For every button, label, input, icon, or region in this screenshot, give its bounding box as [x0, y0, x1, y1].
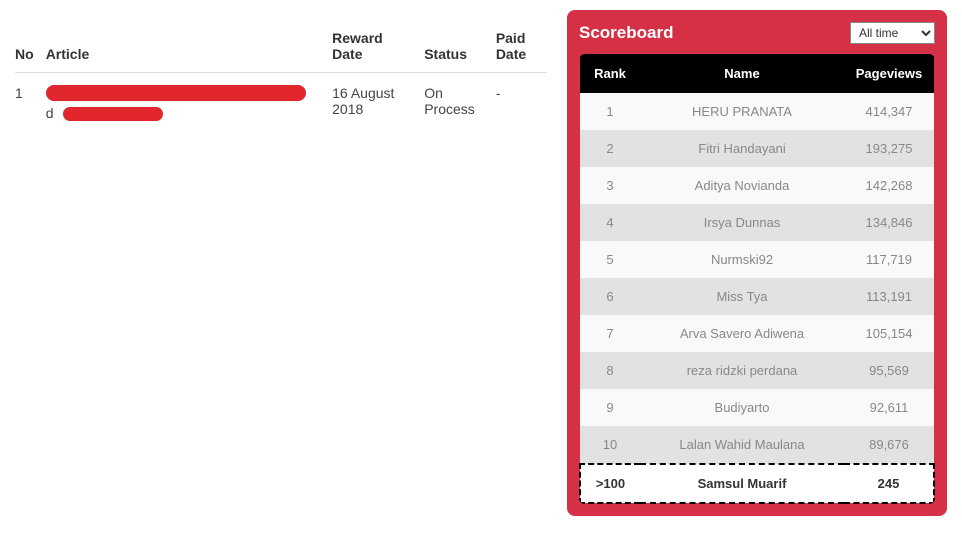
- scoreboard-row: 5 Nurmski92 117,719: [580, 241, 934, 278]
- cell-rank: 6: [580, 278, 640, 315]
- scoreboard-row: 1 HERU PRANATA 414,347: [580, 93, 934, 130]
- articles-table: No Article Reward Date Status Paid Date …: [15, 10, 547, 133]
- cell-pageviews: 105,154: [844, 315, 934, 352]
- cell-pageviews: 245: [844, 464, 934, 503]
- scoreboard-row: 9 Budiyarto 92,611: [580, 389, 934, 426]
- cell-name: Irsya Dunnas: [640, 204, 844, 241]
- cell-status: On Process: [424, 73, 496, 134]
- header-rank: Rank: [580, 54, 640, 93]
- scoreboard-title: Scoreboard: [579, 23, 673, 43]
- scoreboard-user-row: >100 Samsul Muarif 245: [580, 464, 934, 503]
- scoreboard-row: 4 Irsya Dunnas 134,846: [580, 204, 934, 241]
- period-select[interactable]: All time: [850, 22, 935, 44]
- cell-no: 1: [15, 73, 46, 134]
- scoreboard-row: 8 reza ridzki perdana 95,569: [580, 352, 934, 389]
- cell-pageviews: 92,611: [844, 389, 934, 426]
- scoreboard-row: 10 Lalan Wahid Maulana 89,676: [580, 426, 934, 464]
- redacted-line: [46, 85, 306, 101]
- cell-name: reza ridzki perdana: [640, 352, 844, 389]
- scoreboard-panel: Scoreboard All time Rank Name Pageviews …: [567, 10, 947, 516]
- article-prefix: d: [46, 105, 54, 121]
- cell-name: Aditya Novianda: [640, 167, 844, 204]
- articles-table-container: No Article Reward Date Status Paid Date …: [15, 10, 567, 516]
- cell-rank: 3: [580, 167, 640, 204]
- cell-reward-date: 16 August 2018: [332, 73, 424, 134]
- cell-rank: 9: [580, 389, 640, 426]
- scoreboard-header: Scoreboard All time: [579, 22, 935, 44]
- cell-rank: 5: [580, 241, 640, 278]
- cell-name: Samsul Muarif: [640, 464, 844, 503]
- cell-paid-date: -: [496, 73, 547, 134]
- cell-pageviews: 95,569: [844, 352, 934, 389]
- cell-name: Fitri Handayani: [640, 130, 844, 167]
- header-status: Status: [424, 10, 496, 73]
- scoreboard-table: Rank Name Pageviews 1 HERU PRANATA 414,3…: [579, 54, 935, 504]
- scoreboard-row: 2 Fitri Handayani 193,275: [580, 130, 934, 167]
- cell-rank: 2: [580, 130, 640, 167]
- cell-pageviews: 113,191: [844, 278, 934, 315]
- cell-name: Budiyarto: [640, 389, 844, 426]
- redacted-line: [63, 107, 163, 121]
- scoreboard-row: 6 Miss Tya 113,191: [580, 278, 934, 315]
- cell-pageviews: 117,719: [844, 241, 934, 278]
- cell-name: Nurmski92: [640, 241, 844, 278]
- header-reward-date: Reward Date: [332, 10, 424, 73]
- cell-rank: 1: [580, 93, 640, 130]
- cell-name: Lalan Wahid Maulana: [640, 426, 844, 464]
- cell-article: d: [46, 73, 332, 134]
- header-name: Name: [640, 54, 844, 93]
- header-article: Article: [46, 10, 332, 73]
- cell-pageviews: 142,268: [844, 167, 934, 204]
- cell-name: Miss Tya: [640, 278, 844, 315]
- cell-pageviews: 193,275: [844, 130, 934, 167]
- cell-rank: 7: [580, 315, 640, 352]
- scoreboard-row: 7 Arva Savero Adiwena 105,154: [580, 315, 934, 352]
- cell-rank: 10: [580, 426, 640, 464]
- header-pageviews: Pageviews: [844, 54, 934, 93]
- cell-pageviews: 414,347: [844, 93, 934, 130]
- header-paid-date: Paid Date: [496, 10, 547, 73]
- table-row: 1 d 16 August 2018 On Process -: [15, 73, 547, 134]
- cell-rank: 8: [580, 352, 640, 389]
- redacted-article: d: [46, 85, 306, 121]
- cell-name: Arva Savero Adiwena: [640, 315, 844, 352]
- scoreboard-row: 3 Aditya Novianda 142,268: [580, 167, 934, 204]
- cell-pageviews: 89,676: [844, 426, 934, 464]
- cell-rank: >100: [580, 464, 640, 503]
- header-no: No: [15, 10, 46, 73]
- cell-rank: 4: [580, 204, 640, 241]
- cell-pageviews: 134,846: [844, 204, 934, 241]
- cell-name: HERU PRANATA: [640, 93, 844, 130]
